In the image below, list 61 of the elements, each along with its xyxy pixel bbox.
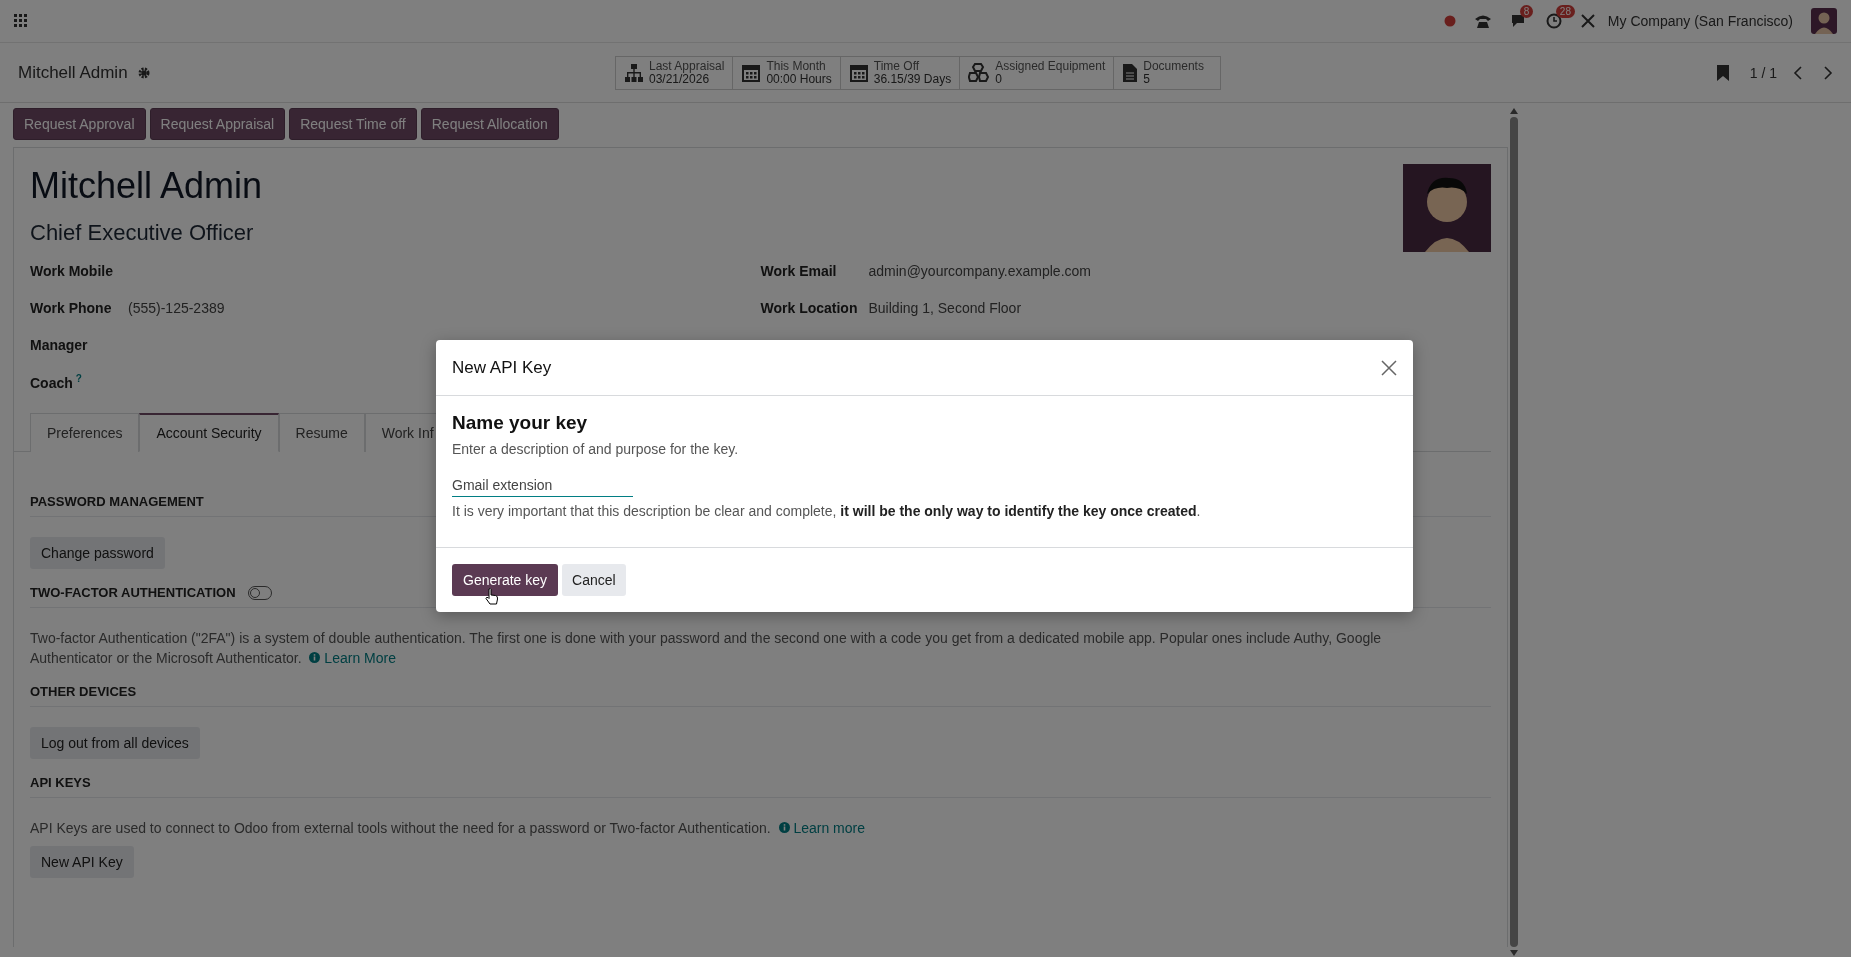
secondary-button[interactable]: New API Key [30,846,134,878]
tab[interactable]: Resume [278,413,365,452]
calendar-icon [741,62,762,83]
field-label: Work Email [760,262,838,279]
phone-icon[interactable] [1473,13,1492,29]
info-icon [778,822,790,833]
info-icon [309,652,321,663]
section-heading: OTHER DEVICES [30,684,137,699]
next-icon[interactable] [1823,65,1833,80]
settings-icon[interactable] [137,66,150,79]
learn-more-link[interactable]: Learn More [309,650,396,666]
header-button[interactable]: Request Time off [289,108,417,140]
dialog-title: New API Key [452,357,552,378]
clock-icon[interactable] [1545,13,1562,29]
field-value: Building 1, Second Floor [868,299,1022,316]
calendar-icon [848,62,869,83]
field-label: Work Location [760,299,859,316]
header-button[interactable]: Request Allocation [420,108,559,140]
field-label: Work Mobile [30,262,114,279]
scroll-up-icon[interactable] [1508,107,1519,115]
section-heading: TWO-FACTOR AUTHENTICATION [30,585,236,600]
field-label: Work Phone [30,299,113,316]
field-label: Manager [30,336,89,353]
dialog-heading: Name your key [452,412,589,434]
secondary-button[interactable]: Change password [30,537,165,569]
close-icon[interactable] [1381,359,1397,376]
record-icon[interactable] [1443,15,1456,27]
org-chart-icon [624,62,644,83]
secondary-button[interactable]: Log out from all devices [30,727,200,759]
tab[interactable]: Account Security [139,413,279,452]
dialog-note: It is very important that this description be clear and complete, it will be the only way to identify the key once created. [452,503,1202,519]
scrollbar-thumb[interactable] [1509,117,1518,947]
section-heading: PASSWORD MANAGEMENT [30,494,204,509]
apps-menu-icon[interactable] [14,14,28,28]
section-heading: API KEYS [30,775,91,790]
company-switcher[interactable]: My Company (San Francisco) [1607,13,1793,29]
previous-icon[interactable] [1793,65,1803,80]
section-description: Two-factor Authentication ("2FA") is a system of double authentication. The first one is done with your password and the second one with a code you get from a dedicated mobile app. Popular ones include Authy, Google Authenticator or the Microsoft Authenticator. Learn More [30,629,1383,668]
header-button[interactable]: Request Approval [13,108,146,140]
pager-value: 1 / 1 [1749,64,1777,81]
generate-key-button[interactable]: Generate key [452,564,559,596]
notification-badge: 28 [1555,5,1575,18]
tab[interactable]: Preferences [30,413,140,452]
learn-more-link[interactable]: Learn more [778,820,865,836]
cancel-button[interactable]: Cancel [562,564,626,596]
user-avatar-icon[interactable] [1811,8,1837,34]
scroll-down-icon[interactable] [1508,949,1519,957]
bookmark-icon[interactable] [1715,63,1730,82]
cubes-icon [968,62,991,83]
field-value: admin@yourcompany.example.com [868,262,1091,279]
job-title: Chief Executive Officer [30,220,255,246]
notification-badge: 8 [1519,5,1534,18]
employee-name: Mitchell Admin [30,166,263,206]
header-button[interactable]: Request Appraisal [149,108,286,140]
section-description: API Keys are used to connect to Odoo from external tools without the need for a password or Two-factor Authentication. Learn more [30,819,866,838]
field-label: Coach $^{?}$ [30,372,83,391]
document-icon [1122,62,1139,83]
field-value: (555)-125-2389 [128,299,225,316]
breadcrumb-title: Mitchell Admin [18,62,128,83]
dialog-description: Enter a description of and purpose for the key. [452,441,740,457]
hand-cursor-icon [485,588,499,605]
